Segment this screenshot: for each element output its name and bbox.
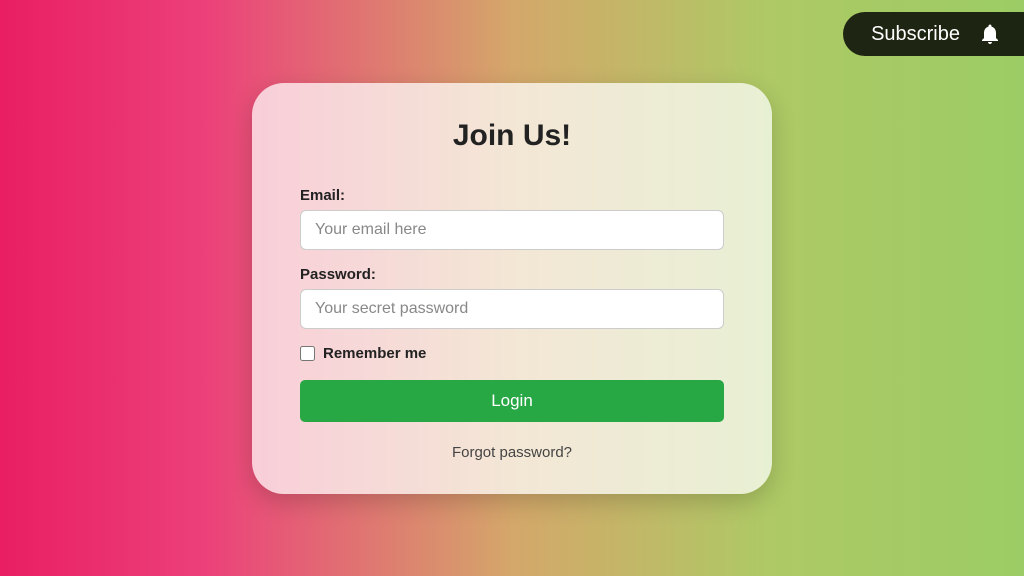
email-group: Email: bbox=[300, 187, 724, 250]
email-label: Email: bbox=[300, 187, 724, 204]
subscribe-badge[interactable]: Subscribe bbox=[843, 12, 1024, 56]
forgot-password-link[interactable]: Forgot password? bbox=[452, 444, 572, 461]
login-button[interactable]: Login bbox=[300, 380, 724, 422]
remember-label: Remember me bbox=[323, 345, 426, 362]
forgot-row: Forgot password? bbox=[300, 444, 724, 462]
remember-checkbox[interactable] bbox=[300, 346, 315, 361]
subscribe-label: Subscribe bbox=[871, 23, 960, 46]
password-input[interactable] bbox=[300, 289, 724, 329]
password-label: Password: bbox=[300, 266, 724, 283]
login-card: Join Us! Email: Password: Remember me Lo… bbox=[252, 83, 772, 494]
password-group: Password: bbox=[300, 266, 724, 329]
bell-icon bbox=[978, 22, 1002, 46]
remember-row: Remember me bbox=[300, 345, 724, 362]
email-input[interactable] bbox=[300, 210, 724, 250]
card-title: Join Us! bbox=[300, 119, 724, 153]
